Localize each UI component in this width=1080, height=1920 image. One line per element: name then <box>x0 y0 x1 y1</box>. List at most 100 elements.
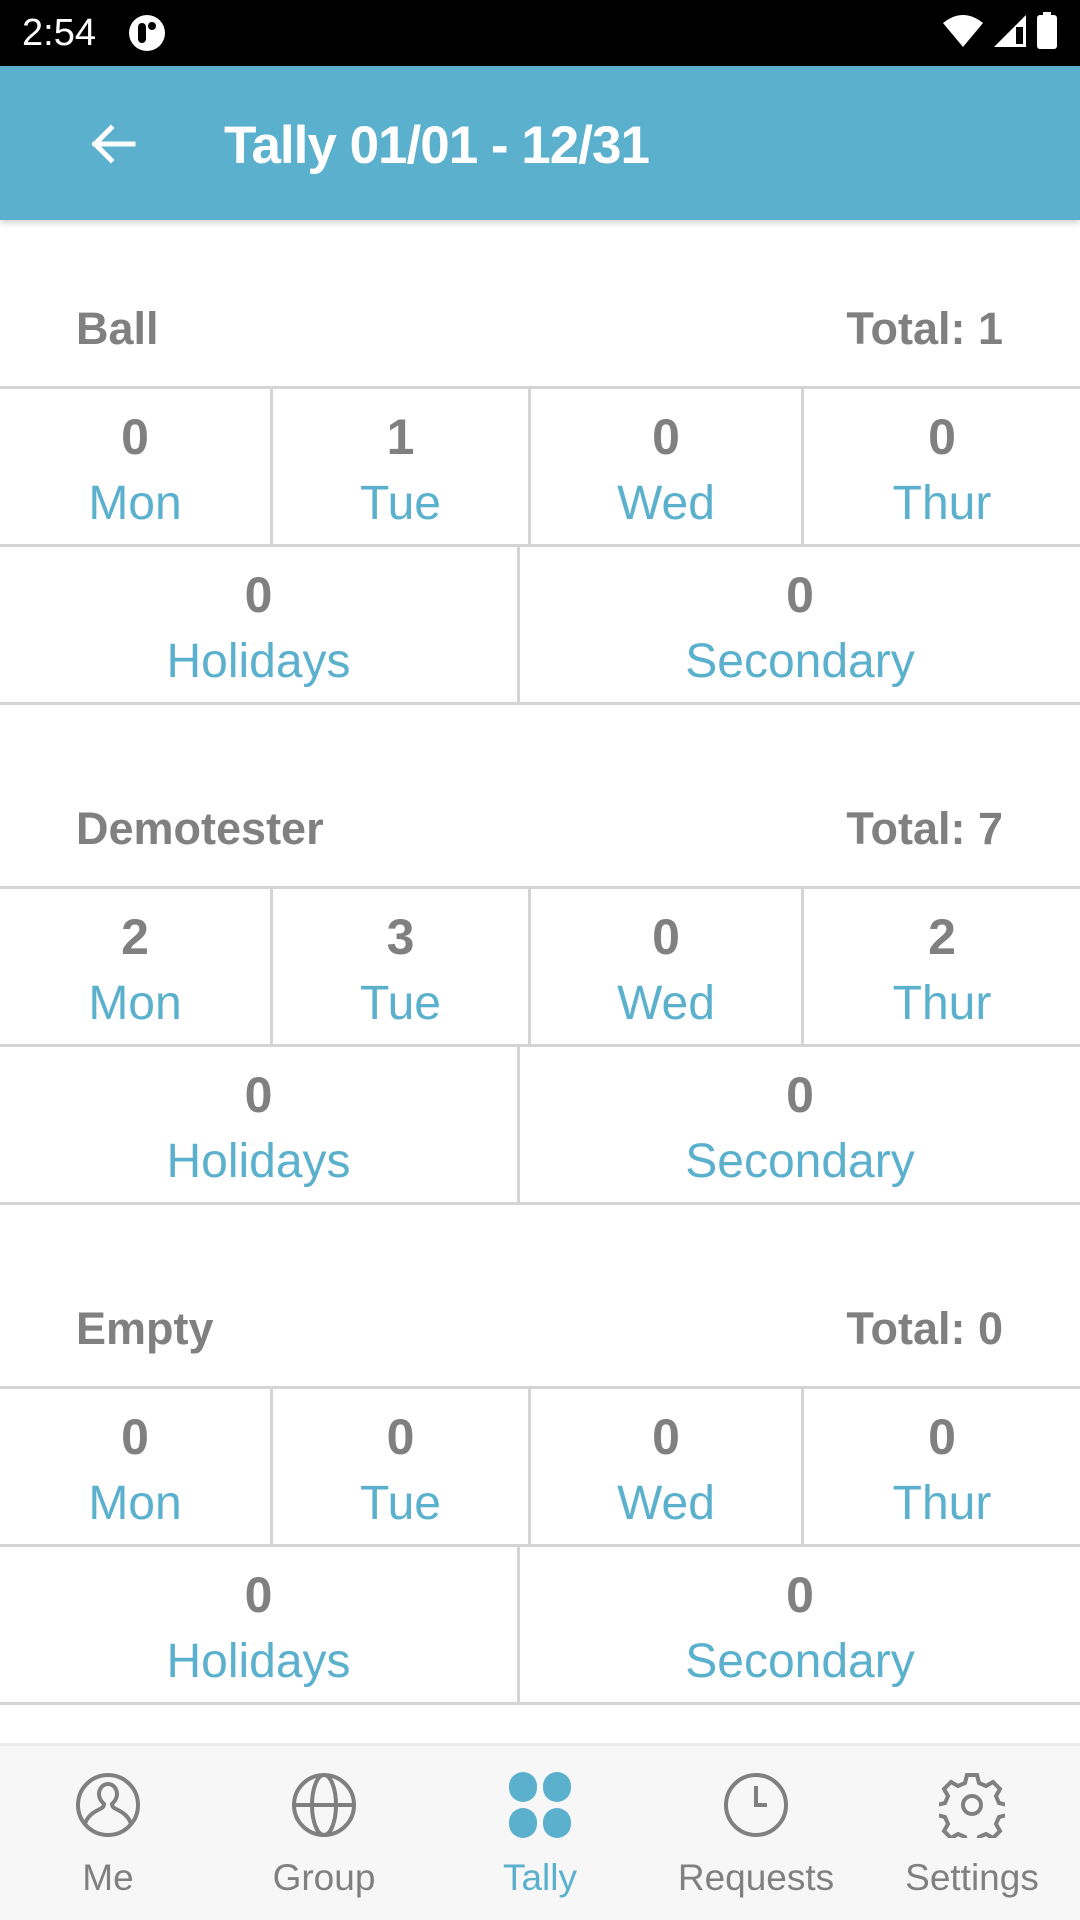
count-value: 0 <box>928 1409 956 1465</box>
nav-item-me[interactable]: Me <box>0 1746 216 1920</box>
extra-label: Holidays <box>166 1635 351 1688</box>
status-bar: 2:54 <box>0 0 1080 66</box>
tally-section: Ball Total: 1 0 Mon 1 Tue 0 Wed 0 Thur 0 Holi… <box>0 220 1080 705</box>
extra-label: Holidays <box>166 635 351 688</box>
day-cell-mon: 0 Mon <box>0 1389 273 1544</box>
tally-grid: 0 Mon 0 Tue 0 Wed 0 Thur 0 Holidays 0 Secondar… <box>0 1386 1080 1705</box>
day-label: Tue <box>360 1477 441 1530</box>
secondary-cell: 0 Secondary <box>520 547 1080 702</box>
day-cell-wed: 0 Wed <box>531 1389 804 1544</box>
section-header: Demotester Total: 7 <box>0 705 1080 886</box>
wifi-icon <box>942 13 984 54</box>
day-cell-tue: 0 Tue <box>273 1389 531 1544</box>
day-label: Mon <box>88 1477 182 1530</box>
day-label: Wed <box>617 1477 715 1530</box>
page-title: Tally 01/01 - 12/31 <box>224 116 650 175</box>
clock-icon <box>723 1772 789 1838</box>
nav-item-settings[interactable]: Settings <box>864 1746 1080 1920</box>
day-label: Wed <box>617 477 715 530</box>
count-value: 0 <box>786 567 814 623</box>
day-cell-tue: 1 Tue <box>273 389 531 544</box>
count-value: 0 <box>386 1409 415 1465</box>
secondary-cell: 0 Secondary <box>520 1547 1080 1702</box>
count-value: 0 <box>652 1409 680 1465</box>
section-header: Empty Total: 0 <box>0 1205 1080 1386</box>
back-button[interactable] <box>72 114 154 178</box>
extras-row: 0 Holidays 0 Secondary <box>0 1547 1080 1705</box>
days-row: 0 Mon 1 Tue 0 Wed 0 Thur <box>0 389 1080 547</box>
nav-label: Me <box>82 1857 134 1898</box>
section-name: Empty <box>76 1303 214 1354</box>
app-notification-icon <box>128 14 166 52</box>
section-header: Ball Total: 1 <box>0 220 1080 386</box>
days-row: 0 Mon 0 Tue 0 Wed 0 Thur <box>0 1389 1080 1547</box>
day-label: Mon <box>88 477 182 530</box>
holidays-cell: 0 Holidays <box>0 547 520 702</box>
app-bar: Tally 01/01 - 12/31 <box>0 66 1080 220</box>
holidays-cell: 0 Holidays <box>0 1047 520 1202</box>
day-cell-mon: 2 Mon <box>0 889 273 1044</box>
day-label: Mon <box>88 977 182 1030</box>
day-label: Thur <box>892 977 992 1030</box>
count-value: 0 <box>928 409 956 465</box>
section-total: Total: 0 <box>846 1303 1003 1354</box>
nav-label: Tally <box>502 1857 578 1898</box>
nav-label: Group <box>272 1857 376 1898</box>
extras-row: 0 Holidays 0 Secondary <box>0 547 1080 705</box>
nav-item-requests[interactable]: Requests <box>648 1746 864 1920</box>
tally-grid: 0 Mon 1 Tue 0 Wed 0 Thur 0 Holidays 0 Secondar… <box>0 386 1080 705</box>
grid-icon <box>507 1772 573 1838</box>
count-value: 2 <box>928 909 956 965</box>
nav-item-group[interactable]: Group <box>216 1746 432 1920</box>
day-label: Wed <box>617 977 715 1030</box>
days-row: 2 Mon 3 Tue 0 Wed 2 Thur <box>0 889 1080 1047</box>
nav-label: Settings <box>905 1857 1039 1898</box>
gear-icon <box>939 1772 1005 1838</box>
count-value: 0 <box>244 1067 273 1123</box>
section-total: Total: 1 <box>846 303 1003 354</box>
signal-icon <box>992 13 1028 54</box>
count-value: 1 <box>386 409 415 465</box>
count-value: 0 <box>652 909 680 965</box>
secondary-cell: 0 Secondary <box>520 1047 1080 1202</box>
count-value: 0 <box>244 1567 273 1623</box>
count-value: 0 <box>121 1409 149 1465</box>
globe-icon <box>291 1772 357 1838</box>
count-value: 0 <box>786 1067 814 1123</box>
day-cell-thur: 0 Thur <box>804 389 1080 544</box>
extras-row: 0 Holidays 0 Secondary <box>0 1047 1080 1205</box>
day-cell-mon: 0 Mon <box>0 389 273 544</box>
extra-label: Secondary <box>685 1635 915 1688</box>
section-name: Ball <box>76 303 159 354</box>
tally-grid: 2 Mon 3 Tue 0 Wed 2 Thur 0 Holidays 0 Secondar… <box>0 886 1080 1205</box>
day-label: Tue <box>360 477 441 530</box>
battery-icon <box>1036 11 1058 55</box>
count-value: 0 <box>786 1567 814 1623</box>
count-value: 2 <box>121 909 149 965</box>
holidays-cell: 0 Holidays <box>0 1547 520 1702</box>
arrow-left-icon <box>89 120 137 173</box>
count-value: 0 <box>652 409 680 465</box>
day-cell-thur: 2 Thur <box>804 889 1080 1044</box>
section-name: Demotester <box>76 803 324 854</box>
person-icon <box>75 1772 141 1838</box>
day-cell-wed: 0 Wed <box>531 389 804 544</box>
bottom-nav: Me Group Tally Requests Settings <box>0 1743 1080 1920</box>
count-value: 3 <box>386 909 415 965</box>
day-cell-thur: 0 Thur <box>804 1389 1080 1544</box>
count-value: 0 <box>121 409 149 465</box>
day-cell-tue: 3 Tue <box>273 889 531 1044</box>
status-time: 2:54 <box>22 12 96 54</box>
tally-section: Empty Total: 0 0 Mon 0 Tue 0 Wed 0 Thur 0 Hol… <box>0 1205 1080 1705</box>
day-cell-wed: 0 Wed <box>531 889 804 1044</box>
tally-section: Demotester Total: 7 2 Mon 3 Tue 0 Wed 2 Thur… <box>0 705 1080 1205</box>
nav-item-tally[interactable]: Tally <box>432 1746 648 1920</box>
day-label: Thur <box>892 1477 992 1530</box>
count-value: 0 <box>244 567 273 623</box>
extra-label: Secondary <box>685 635 915 688</box>
section-total: Total: 7 <box>846 803 1003 854</box>
day-label: Thur <box>892 477 992 530</box>
extra-label: Holidays <box>166 1135 351 1188</box>
day-label: Tue <box>360 977 441 1030</box>
tally-list[interactable]: Ball Total: 1 0 Mon 1 Tue 0 Wed 0 Thur 0 Holi… <box>0 220 1080 1743</box>
